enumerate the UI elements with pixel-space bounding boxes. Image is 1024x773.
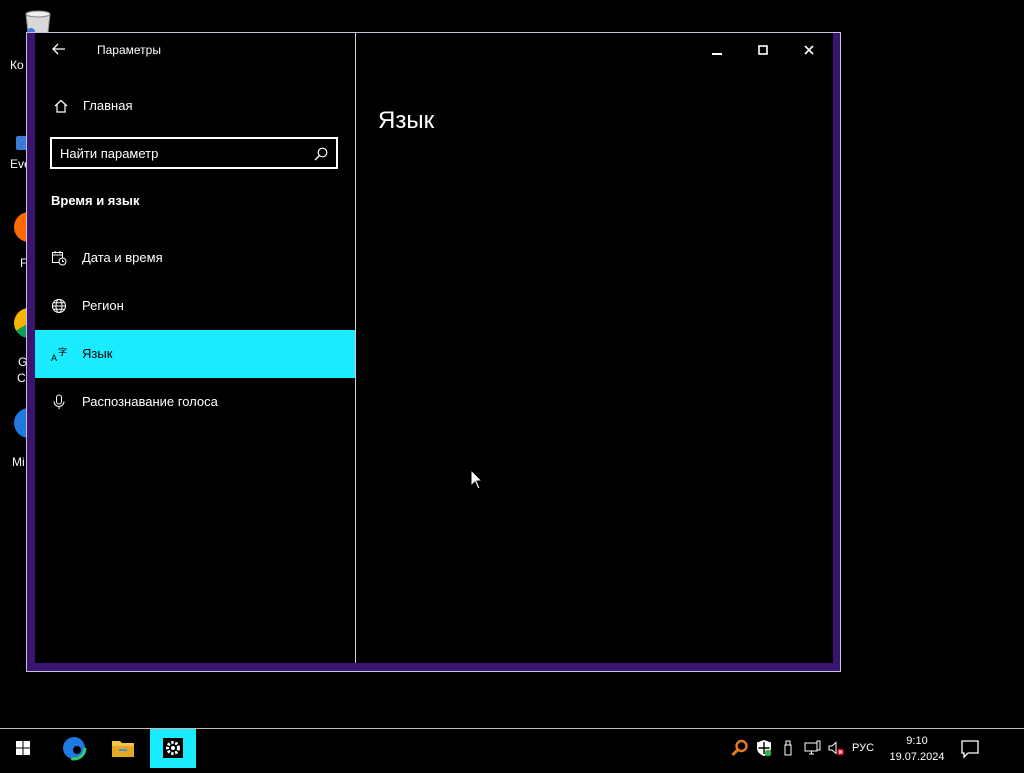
- start-button[interactable]: [0, 729, 46, 768]
- volume-muted-icon[interactable]: [826, 738, 846, 758]
- windows-logo-icon: [16, 741, 30, 755]
- nav-item-speech[interactable]: Распознавание голоса: [35, 378, 355, 426]
- close-button[interactable]: [789, 37, 829, 63]
- microphone-icon: [53, 394, 65, 409]
- svg-text:A: A: [51, 353, 57, 362]
- taskbar: РУС 9:10 19.07.2024: [0, 728, 1024, 768]
- action-center-icon: [961, 740, 979, 759]
- taskbar-explorer-button[interactable]: [100, 729, 146, 768]
- calendar-clock-icon: [52, 251, 67, 266]
- taskbar-edge-button[interactable]: [51, 729, 97, 768]
- window-body: Параметры Главная Время и язык Дата и вр…: [35, 33, 833, 663]
- settings-window: Параметры Главная Время и язык Дата и вр…: [26, 32, 841, 672]
- nav-item-language[interactable]: A字 Язык: [35, 330, 355, 378]
- notifications-button[interactable]: [956, 737, 984, 761]
- nav-item-date-time[interactable]: Дата и время: [35, 234, 355, 282]
- back-arrow-icon: [52, 43, 65, 55]
- content-pane: Язык: [356, 33, 833, 663]
- nav-item-label: Распознавание голоса: [82, 394, 218, 409]
- clock-time: 9:10: [906, 735, 928, 747]
- gear-icon: [163, 738, 183, 758]
- search-input[interactable]: [60, 144, 300, 162]
- section-heading: Время и язык: [51, 193, 140, 208]
- maximize-icon: [758, 45, 768, 55]
- usb-device-icon[interactable]: [778, 738, 798, 758]
- desktop-label: C: [17, 371, 26, 385]
- mouse-cursor-icon: [470, 469, 484, 490]
- desktop-label: Mi: [12, 455, 25, 469]
- clock[interactable]: 9:10 19.07.2024: [886, 733, 948, 765]
- navigation-pane: Параметры Главная Время и язык Дата и вр…: [35, 33, 356, 663]
- language-icon: A字: [51, 346, 67, 362]
- folder-icon: [112, 741, 134, 757]
- desktop-label: Ко: [10, 58, 24, 72]
- nav-item-region[interactable]: Регион: [35, 282, 355, 330]
- minimize-icon: [712, 53, 722, 55]
- defender-shield-icon[interactable]: [754, 738, 774, 758]
- home-link[interactable]: Главная: [35, 91, 355, 121]
- home-icon: [54, 99, 68, 113]
- window-controls: [693, 33, 833, 67]
- minimize-button[interactable]: [697, 37, 737, 63]
- close-icon: [804, 45, 814, 55]
- search-box: [50, 137, 338, 169]
- edge-icon: [61, 735, 87, 761]
- page-title: Язык: [378, 107, 435, 135]
- nav-item-label: Дата и время: [82, 250, 163, 265]
- language-indicator[interactable]: РУС: [852, 742, 874, 754]
- app-title: Параметры: [97, 43, 161, 57]
- globe-icon: [52, 299, 66, 313]
- search-icon[interactable]: [313, 146, 329, 162]
- svg-text:字: 字: [58, 346, 67, 358]
- nav-item-label: Язык: [82, 346, 113, 361]
- clock-date: 19.07.2024: [889, 751, 945, 763]
- title-bar: Параметры: [35, 33, 355, 67]
- maximize-button[interactable]: [743, 37, 783, 63]
- back-button[interactable]: [47, 39, 71, 59]
- nav-item-label: Регион: [82, 298, 124, 313]
- home-label: Главная: [83, 98, 133, 113]
- taskbar-settings-button[interactable]: [150, 729, 196, 768]
- search-tray-icon[interactable]: [730, 738, 750, 758]
- network-icon[interactable]: [802, 738, 822, 758]
